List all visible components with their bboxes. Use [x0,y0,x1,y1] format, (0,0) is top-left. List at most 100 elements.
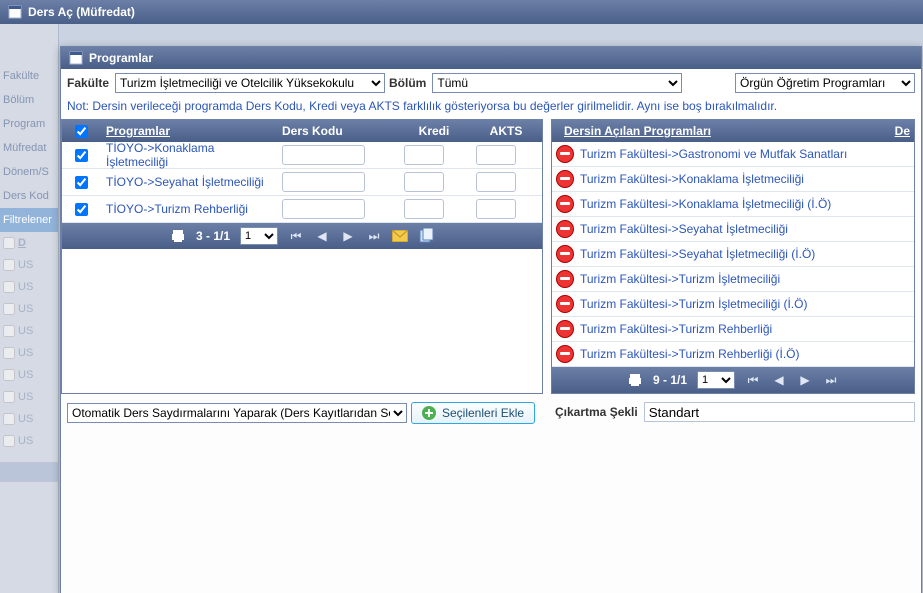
table-row: TİOYO->Seyahat İşletmeciliği [62,169,542,196]
bolum-select[interactable]: Tümü [432,73,682,93]
sidebar-label: Ders Kod [0,184,58,208]
program-link[interactable]: TİOYO->Seyahat İşletmeciliği [106,175,264,189]
sidebar-row: US [0,386,58,408]
row-checkbox[interactable] [75,149,88,162]
ders-kodu-input[interactable] [282,199,365,219]
col-kredi: Kredi [398,124,470,138]
cikartma-label: Çıkartma Şekli [555,405,638,419]
remove-icon[interactable] [556,195,574,213]
sidebar-divider [0,462,58,482]
cikartma-input[interactable] [644,402,915,422]
prev-page-icon[interactable]: ◀ [314,228,330,244]
print-icon[interactable] [627,372,643,388]
window-icon [69,51,83,65]
remove-icon[interactable] [556,245,574,263]
sidebar-row: US [0,276,58,298]
mail-icon[interactable] [392,228,408,244]
col-dersin-acilan[interactable]: Dersin Açılan Programları [558,124,717,138]
remove-icon[interactable] [556,270,574,288]
print-icon[interactable] [170,228,186,244]
cikartma-area: Çıkartma Şekli [549,394,921,430]
sidebar-row: US [0,254,58,276]
first-page-icon[interactable]: ⏮ [745,372,761,388]
program-link[interactable]: TİOYO->Konaklama İşletmeciliği [106,141,214,169]
program-link[interactable]: Turizm Fakültesi->Seyahat İşletmeciliği … [580,247,815,261]
outer-window-title: Ders Aç (Müfredat) [0,0,923,24]
sidebar: Fakülte Bölüm Program Müfredat Dönem/S D… [0,24,59,593]
remove-icon[interactable] [556,345,574,363]
export-icon[interactable] [418,228,434,244]
remove-icon[interactable] [556,320,574,338]
program-link[interactable]: TİOYO->Turizm Rehberliği [106,202,248,216]
sidebar-label: Müfredat [0,136,58,160]
remove-icon[interactable] [556,145,574,163]
programs-table-head: Programlar Ders Kodu Kredi AKTS [62,120,542,142]
program-link[interactable]: Turizm Fakültesi->Seyahat İşletmeciliği [580,222,788,236]
sidebar-row: US [0,320,58,342]
saydirma-select[interactable]: Otomatik Ders Saydırmalarını Yaparak (De… [67,403,407,423]
sidebar-label: Bölüm [0,88,58,112]
table-row: Turizm Fakültesi->Konaklama İşletmeciliğ… [552,167,914,192]
table-row: Turizm Fakültesi->Konaklama İşletmeciliğ… [552,192,914,217]
program-link[interactable]: Turizm Fakültesi->Turizm İşletmeciliği (… [580,297,807,311]
sidebar-row: US [0,408,58,430]
remove-icon[interactable] [556,220,574,238]
ders-kodu-input[interactable] [282,145,365,165]
col-programlar[interactable]: Programlar [100,124,276,138]
table-row: Turizm Fakültesi->Turizm İşletmeciliği (… [552,292,914,317]
program-link[interactable]: Turizm Fakültesi->Konaklama İşletmeciliğ… [580,197,831,211]
programs-table: Programlar Ders Kodu Kredi AKTS TİOYO->K… [61,119,543,394]
col-action[interactable]: De [889,124,914,138]
sidebar-label: Program [0,112,58,136]
fakulte-label: Fakülte [67,76,109,90]
akts-input[interactable] [476,145,516,165]
modal-title: Programlar [61,47,921,69]
table-row: Turizm Fakültesi->Gastronomi ve Mutfak S… [552,142,914,167]
sidebar-row: US [0,430,58,452]
col-akts: AKTS [470,124,542,138]
program-link[interactable]: Turizm Fakültesi->Gastronomi ve Mutfak S… [580,147,847,161]
ogretim-select[interactable]: Örgün Öğretim Programları [735,73,915,93]
table-row: Turizm Fakültesi->Turizm Rehberliği (İ.Ö… [552,342,914,367]
prev-page-icon[interactable]: ◀ [771,372,787,388]
remove-icon[interactable] [556,295,574,313]
add-action-area: Otomatik Ders Saydırmalarını Yaparak (De… [61,394,549,432]
add-button-label: Seçilenleri Ekle [442,406,524,420]
last-page-icon[interactable]: ⏭ [823,372,839,388]
ders-kodu-input[interactable] [282,172,365,192]
remove-icon[interactable] [556,170,574,188]
next-page-icon[interactable]: ▶ [340,228,356,244]
row-checkbox[interactable] [75,176,88,189]
col-ders-kodu: Ders Kodu [276,124,398,138]
select-all-checkbox[interactable] [75,125,88,138]
programs-modal: Programlar Fakülte Turizm İşletmeciliği … [60,46,922,593]
sidebar-row: US [0,298,58,320]
program-link[interactable]: Turizm Fakültesi->Turizm İşletmeciliği [580,272,780,286]
akts-input[interactable] [476,172,516,192]
add-selected-button[interactable]: Seçilenleri Ekle [411,402,535,424]
fakulte-select[interactable]: Turizm İşletmeciliği ve Otelcilik Yüksek… [115,73,385,93]
row-checkbox[interactable] [75,203,88,216]
plus-icon [422,406,436,420]
sidebar-label: Fakülte [0,64,58,88]
table-row: Turizm Fakültesi->Seyahat İşletmeciliği … [552,242,914,267]
program-link[interactable]: Turizm Fakültesi->Turizm Rehberliği [580,322,772,336]
table-row: TİOYO->Turizm Rehberliği [62,196,542,223]
first-page-icon[interactable]: ⏮ [288,228,304,244]
next-page-icon[interactable]: ▶ [797,372,813,388]
open-programs-head: Dersin Açılan Programları De [552,120,914,142]
last-page-icon[interactable]: ⏭ [366,228,382,244]
page-select[interactable]: 1 [240,227,278,245]
sidebar-head-row: D [0,232,58,254]
kredi-input[interactable] [404,199,444,219]
page-select[interactable]: 1 [697,371,735,389]
kredi-input[interactable] [404,172,444,192]
program-link[interactable]: Turizm Fakültesi->Konaklama İşletmeciliğ… [580,172,804,186]
open-programs-table: Dersin Açılan Programları De Turizm Fakü… [551,119,915,394]
pager-label: 9 - 1/1 [653,373,687,387]
outer-window-title-text: Ders Aç (Müfredat) [28,0,135,24]
program-link[interactable]: Turizm Fakültesi->Turizm Rehberliği (İ.Ö… [580,347,799,361]
sidebar-row: US [0,342,58,364]
kredi-input[interactable] [404,145,444,165]
akts-input[interactable] [476,199,516,219]
